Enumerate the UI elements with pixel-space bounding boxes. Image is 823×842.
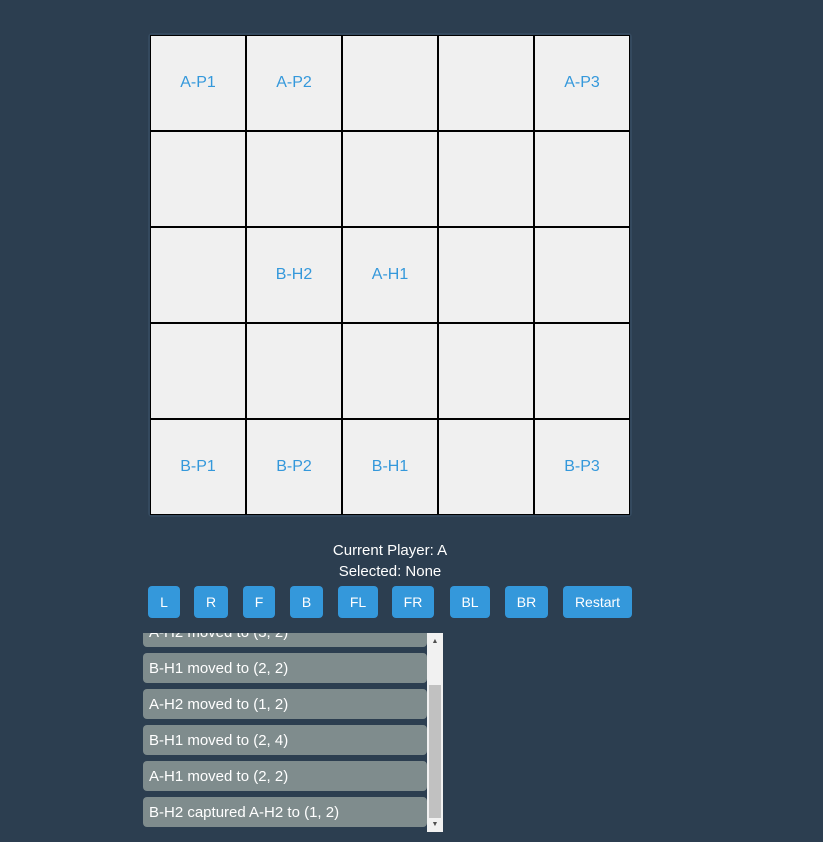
board-cell[interactable]: B-H1 (342, 419, 438, 515)
board-cell[interactable] (438, 419, 534, 515)
board-cell[interactable]: A-P1 (150, 35, 246, 131)
forward-left-button[interactable]: FL (338, 586, 378, 618)
board-cell[interactable]: A-H1 (342, 227, 438, 323)
log-entry: B-H2 captured A-H2 to (1, 2) (143, 797, 427, 827)
scroll-up-arrow-icon[interactable]: ▲ (427, 634, 443, 648)
board-cell[interactable] (150, 323, 246, 419)
forward-button[interactable]: F (243, 586, 275, 618)
board-cell[interactable] (342, 323, 438, 419)
board-cell[interactable] (246, 131, 342, 227)
back-right-button[interactable]: BR (505, 586, 548, 618)
restart-button[interactable]: Restart (563, 586, 632, 618)
board-cell[interactable] (150, 131, 246, 227)
board-cell[interactable] (534, 131, 630, 227)
move-log[interactable]: A-H2 moved to (3, 2) B-H1 moved to (2, 2)… (143, 633, 443, 832)
log-scrollbar-thumb[interactable] (429, 685, 441, 818)
board-cell[interactable] (534, 323, 630, 419)
board-cell[interactable] (150, 227, 246, 323)
scroll-down-arrow-icon[interactable]: ▼ (427, 817, 443, 831)
board-cell[interactable] (438, 227, 534, 323)
log-entry: B-H1 moved to (2, 4) (143, 725, 427, 755)
log-scrollbar[interactable]: ▲ ▼ (427, 633, 443, 832)
forward-right-button[interactable]: FR (392, 586, 434, 618)
log-entry: A-H2 moved to (1, 2) (143, 689, 427, 719)
board-cell[interactable]: B-H2 (246, 227, 342, 323)
current-player-label: Current Player: A (332, 542, 448, 559)
log-entry: A-H2 moved to (3, 2) (143, 633, 427, 647)
selected-piece-label: Selected: None (338, 563, 442, 580)
board-cell[interactable]: A-P2 (246, 35, 342, 131)
back-button[interactable]: B (290, 586, 323, 618)
board-cell[interactable]: A-P3 (534, 35, 630, 131)
log-entry: B-H1 moved to (2, 2) (143, 653, 427, 683)
board-cell[interactable] (438, 131, 534, 227)
board-cell[interactable] (534, 227, 630, 323)
board-cell[interactable] (342, 131, 438, 227)
log-entry: A-H1 moved to (2, 2) (143, 761, 427, 791)
board-cell[interactable] (438, 35, 534, 131)
right-button[interactable]: R (194, 586, 228, 618)
board-cell[interactable] (342, 35, 438, 131)
board-cell[interactable]: B-P1 (150, 419, 246, 515)
left-button[interactable]: L (148, 586, 180, 618)
board-cell[interactable] (246, 323, 342, 419)
board-cell[interactable]: B-P3 (534, 419, 630, 515)
board-cell[interactable]: B-P2 (246, 419, 342, 515)
back-left-button[interactable]: BL (450, 586, 490, 618)
game-board: A-P1 A-P2 A-P3 B-H2 A-H1 B-P1 B-P2 B-H1 B-P3 (148, 33, 632, 517)
board-cell[interactable] (438, 323, 534, 419)
